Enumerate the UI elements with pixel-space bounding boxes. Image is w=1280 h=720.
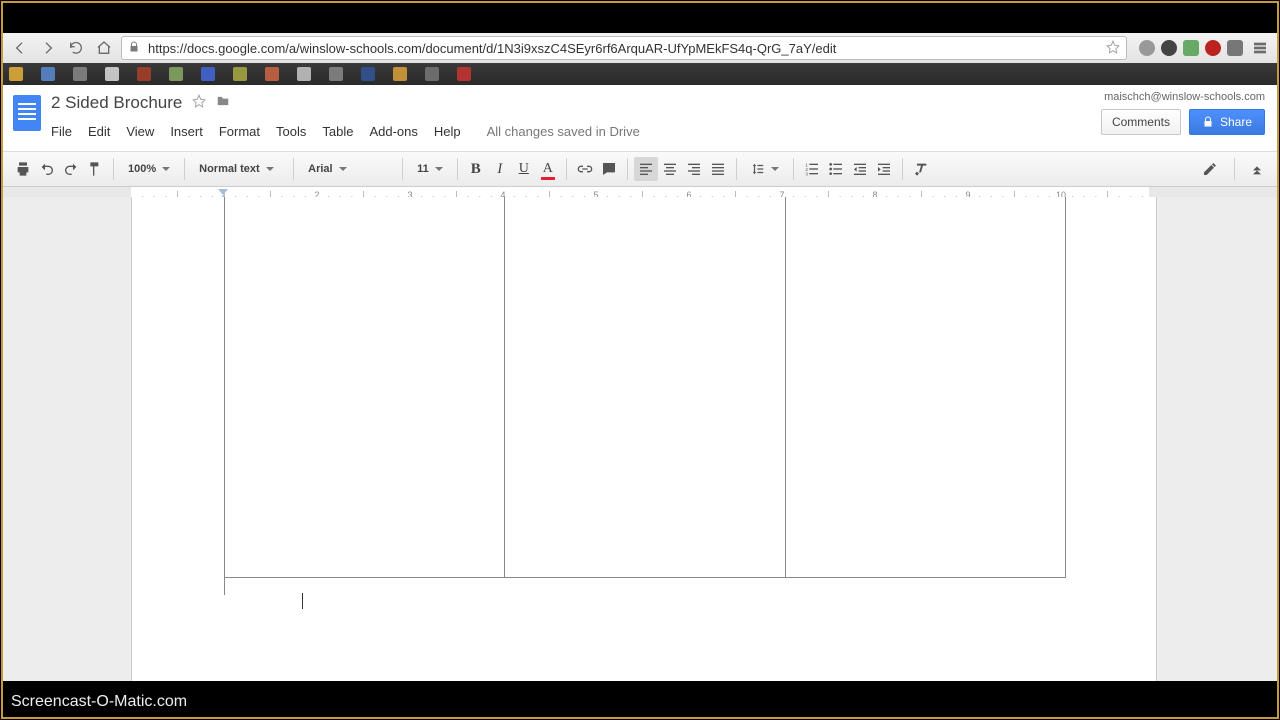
expand-toolbar-icon[interactable] <box>1245 157 1269 181</box>
align-justify-icon[interactable] <box>706 157 730 181</box>
menu-view[interactable]: View <box>126 124 154 139</box>
share-label: Share <box>1220 115 1252 129</box>
menu-format[interactable]: Format <box>219 124 260 139</box>
numbered-list-icon[interactable]: 123 <box>800 157 824 181</box>
bookmark-item[interactable] <box>201 67 215 81</box>
bookmark-item[interactable] <box>41 67 55 81</box>
print-icon[interactable] <box>11 157 35 181</box>
align-right-icon[interactable] <box>682 157 706 181</box>
extension-icon[interactable] <box>1139 40 1155 56</box>
menu-file[interactable]: File <box>51 124 72 139</box>
undo-icon[interactable] <box>35 157 59 181</box>
user-email[interactable]: maischch@winslow-schools.com <box>1104 91 1265 103</box>
menu-bar: File Edit View Insert Format Tools Table… <box>51 119 640 143</box>
paragraph-style-dropdown[interactable]: Normal text <box>191 157 287 181</box>
forward-icon[interactable] <box>37 37 59 59</box>
bookmark-item[interactable] <box>265 67 279 81</box>
back-icon[interactable] <box>9 37 31 59</box>
share-button[interactable]: Share <box>1189 109 1265 135</box>
bookmark-item[interactable] <box>9 67 23 81</box>
menu-tools[interactable]: Tools <box>276 124 306 139</box>
document-canvas[interactable] <box>3 197 1277 681</box>
bookmark-item[interactable] <box>425 67 439 81</box>
google-docs-app: 2 Sided Brochure File Edit View Insert F… <box>3 85 1277 681</box>
menu-addons[interactable]: Add-ons <box>369 124 417 139</box>
reload-icon[interactable] <box>65 37 87 59</box>
underline-button[interactable]: U <box>512 157 536 181</box>
menu-edit[interactable]: Edit <box>88 124 110 139</box>
bookmark-item[interactable] <box>105 67 119 81</box>
docs-header: 2 Sided Brochure File Edit View Insert F… <box>3 85 1277 151</box>
menu-table[interactable]: Table <box>322 124 353 139</box>
font-dropdown[interactable]: Arial <box>300 157 396 181</box>
text-color-button[interactable]: A <box>536 157 560 181</box>
bookmark-item[interactable] <box>137 67 151 81</box>
redo-icon[interactable] <box>59 157 83 181</box>
address-bar[interactable] <box>121 36 1127 60</box>
paint-format-icon[interactable] <box>83 157 107 181</box>
line-spacing-dropdown[interactable] <box>743 157 787 181</box>
browser-menu-icon[interactable] <box>1249 37 1271 59</box>
extension-icon[interactable] <box>1227 40 1243 56</box>
insert-comment-icon[interactable] <box>597 157 621 181</box>
font-size-dropdown[interactable]: 11 <box>409 157 451 181</box>
bookmark-item[interactable] <box>329 67 343 81</box>
browser-nav-bar <box>3 33 1277 64</box>
extension-icon[interactable] <box>1205 40 1221 56</box>
extension-icon[interactable] <box>1183 40 1199 56</box>
increase-indent-icon[interactable] <box>872 157 896 181</box>
brochure-table[interactable] <box>224 197 1066 578</box>
align-left-icon[interactable] <box>634 157 658 181</box>
bookmark-item[interactable] <box>361 67 375 81</box>
bookmark-item[interactable] <box>393 67 407 81</box>
bookmark-item[interactable] <box>169 67 183 81</box>
bookmark-star-icon[interactable] <box>1106 40 1120 57</box>
video-letterbox-bottom <box>3 681 1277 717</box>
star-document-icon[interactable] <box>192 94 206 113</box>
menu-help[interactable]: Help <box>434 124 461 139</box>
bookmark-item[interactable] <box>297 67 311 81</box>
docs-toolbar: 100% Normal text Arial 11 B I U A 123 <box>3 151 1277 187</box>
zoom-dropdown[interactable]: 100% <box>120 157 178 181</box>
url-input[interactable] <box>146 40 1100 57</box>
clear-formatting-icon[interactable] <box>909 157 933 181</box>
svg-text:3: 3 <box>805 172 808 177</box>
table-cell[interactable] <box>505 197 785 577</box>
video-letterbox-top <box>3 3 1277 33</box>
folder-icon[interactable] <box>216 94 230 113</box>
bulleted-list-icon[interactable] <box>824 157 848 181</box>
align-center-icon[interactable] <box>658 157 682 181</box>
document-page[interactable] <box>131 197 1157 681</box>
table-cell[interactable] <box>225 197 505 577</box>
save-status: All changes saved in Drive <box>487 124 640 139</box>
bold-button[interactable]: B <box>464 157 488 181</box>
editing-mode-icon[interactable] <box>1200 157 1224 181</box>
extension-icon[interactable] <box>1161 40 1177 56</box>
table-cell[interactable] <box>786 197 1065 577</box>
lock-icon <box>128 41 140 56</box>
menu-insert[interactable]: Insert <box>170 124 203 139</box>
insert-link-icon[interactable] <box>573 157 597 181</box>
docs-logo-icon[interactable] <box>13 95 41 131</box>
text-cursor-icon <box>302 593 303 609</box>
decrease-indent-icon[interactable] <box>848 157 872 181</box>
italic-button[interactable]: I <box>488 157 512 181</box>
watermark-text: Screencast-O-Matic.com <box>11 693 187 711</box>
bookmarks-bar <box>3 63 1277 86</box>
document-title[interactable]: 2 Sided Brochure <box>51 93 182 113</box>
bookmark-item[interactable] <box>73 67 87 81</box>
bookmark-item[interactable] <box>457 67 471 81</box>
table-edge <box>224 577 225 595</box>
extension-icons <box>1139 37 1271 59</box>
bookmark-item[interactable] <box>233 67 247 81</box>
home-icon[interactable] <box>93 37 115 59</box>
comments-button[interactable]: Comments <box>1101 109 1181 135</box>
